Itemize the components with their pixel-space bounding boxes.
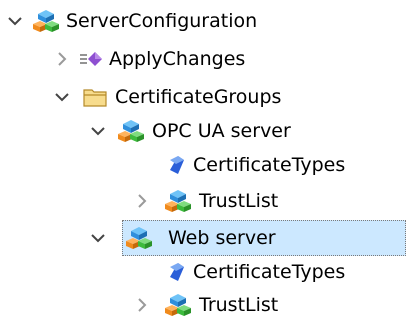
tree-node-apply-changes[interactable]: ApplyChanges <box>0 41 409 77</box>
tree-node-label: TrustList <box>199 294 279 316</box>
object-icon <box>165 190 191 212</box>
chevron-down-icon[interactable] <box>53 88 71 106</box>
tree-node-label: OPC UA server <box>152 120 291 142</box>
tree-node-label: CertificateTypes <box>193 154 346 176</box>
chevron-right-icon[interactable] <box>53 50 71 68</box>
tree-node-label: CertificateTypes <box>193 261 346 283</box>
object-icon <box>126 227 152 249</box>
tree-node-certificate-groups[interactable]: CertificateGroups <box>0 79 409 115</box>
chevron-down-icon[interactable] <box>89 229 107 247</box>
tree-node-label: CertificateGroups <box>115 86 282 108</box>
object-icon <box>33 10 59 32</box>
variable-icon <box>170 156 184 174</box>
chevron-right-icon[interactable] <box>133 192 151 210</box>
object-icon <box>165 294 191 316</box>
address-space-tree: ServerConfiguration ApplyChanges Certifi… <box>0 0 409 319</box>
tree-node-trust-list[interactable]: TrustList <box>0 183 409 219</box>
method-icon <box>80 52 102 66</box>
chevron-down-icon[interactable] <box>6 12 24 30</box>
tree-node-label: ApplyChanges <box>109 48 246 70</box>
tree-node-opc-ua-server[interactable]: OPC UA server <box>0 113 409 149</box>
object-icon <box>118 120 144 142</box>
tree-node-label: TrustList <box>199 190 279 212</box>
tree-node-certificate-types[interactable]: CertificateTypes <box>0 147 409 183</box>
chevron-down-icon[interactable] <box>89 122 107 140</box>
chevron-right-icon[interactable] <box>133 296 151 314</box>
folder-icon <box>83 89 107 107</box>
tree-node-label: Web server <box>168 227 276 249</box>
tree-node-certificate-types[interactable]: CertificateTypes <box>0 254 409 290</box>
tree-node-label: ServerConfiguration <box>66 10 258 32</box>
tree-node-web-server[interactable]: Web server <box>0 220 409 256</box>
tree-node-trust-list[interactable]: TrustList <box>0 287 409 319</box>
tree-node-server-configuration[interactable]: ServerConfiguration <box>0 3 409 39</box>
variable-icon <box>170 263 184 281</box>
